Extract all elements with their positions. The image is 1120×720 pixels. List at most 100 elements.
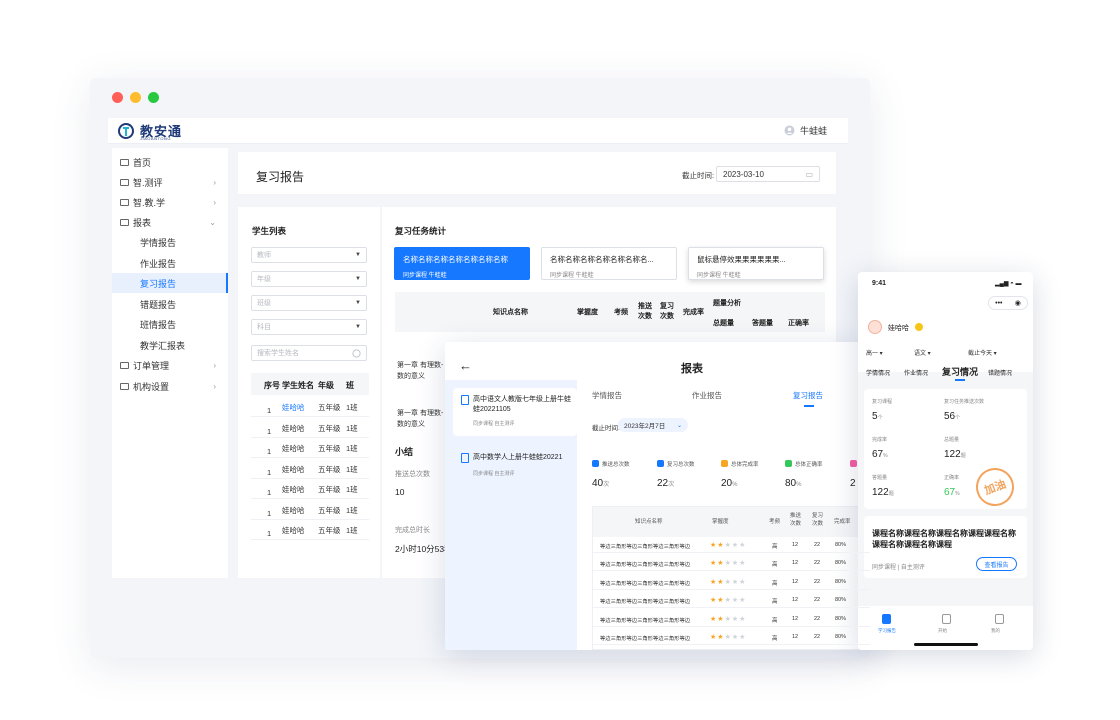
table-cell[interactable]: 娃哈哈 [282,402,305,413]
folder-icon [120,382,129,390]
table-cell: 五年级 [318,423,341,433]
star-icon: ★ [717,597,725,605]
course-item[interactable]: 高中语文人教版七年级上册牛蛙蛙20221105 同步课程 自主测评 [453,388,577,436]
capsule-menu[interactable]: ••• ◉ [988,296,1028,310]
start-icon[interactable] [942,614,951,624]
book-icon [461,453,469,463]
phone-stat-unit: % [955,491,960,497]
phone-tab[interactable]: 作业情况 [904,368,928,377]
book-icon [461,395,469,405]
deadline-date-picker[interactable]: 2023-03-10 ▭ [716,166,820,182]
phone-filter[interactable]: 语文 ▾ [914,348,931,357]
filter-select[interactable]: 科目 ▼ [251,319,367,335]
task-stats-title: 复习任务统计 [395,226,447,236]
home-indicator [914,643,978,646]
sidebar-item[interactable]: 复习报告 [112,273,228,293]
chevron-down-icon: ⌄ [676,422,682,429]
time-total-label: 完成总时长 [395,527,430,534]
sidebar-item[interactable]: 教学汇报表 [112,335,228,355]
phone-nav-label[interactable]: 我的 [991,628,1000,634]
filter-select[interactable]: 教师 ▼ [251,247,367,263]
user-menu[interactable]: 牛蛙蛙 [784,124,827,137]
phone-tab[interactable]: 错题情况 [988,368,1012,377]
phone-stat-value-row: 5个 [872,411,883,422]
chevron-icon: › [213,381,216,391]
tab-1[interactable]: 作业报告 [692,390,722,401]
table-cell: 1 [267,447,272,456]
phone-tab[interactable]: 复习情况 [942,365,978,378]
target-icon[interactable]: ◉ [1015,299,1021,307]
phone-tab[interactable]: 学情情况 [866,368,890,377]
phone-nav-label[interactable]: 开始 [938,628,947,634]
stat-icon [721,460,728,468]
table-cell[interactable]: 娃哈哈 [282,505,305,516]
stat-value-row: 2 [850,478,860,489]
overlay-col-header: 掌握度 [712,519,729,525]
maximize-dot[interactable] [148,92,159,103]
overlay-cell: 22 [814,597,821,604]
logo-icon [118,122,134,139]
sidebar-item[interactable]: 智.测评 › [112,172,228,192]
sidebar-item-label: 首页 [133,157,152,168]
student-search-input[interactable]: 搜索学生姓名 [251,345,367,361]
overlay-row-divider [593,552,870,553]
table-row-divider [251,518,369,520]
minimize-dot[interactable] [130,92,141,103]
sidebar-item[interactable]: 首页 [112,152,228,172]
star-icon: ★ [724,560,732,568]
view-report-button[interactable]: 查看报告 [976,557,1017,571]
sidebar-item[interactable]: 错题报告 [112,294,228,314]
sidebar-item[interactable]: 学情报告 [112,232,228,252]
phone-stat-value: 122 [872,487,889,498]
task-card[interactable]: 名称名称名称名称名称名称名... 同步课程 牛蛙蛙 [541,247,677,280]
table-cell[interactable]: 娃哈哈 [282,423,305,434]
app-logo[interactable]: 教安通 JIAOANTONG [118,121,182,141]
sidebar-item[interactable]: 订单管理 › [112,355,228,375]
task-card-meta: 同步课程 牛蛙蛙 [697,273,741,279]
overlay-cell-name: 等边三角形等边三角形等边三角形等边 [600,562,691,569]
phone-stat-value-row: 67% [944,487,960,498]
overlay-row-divider [593,644,870,645]
sidebar-item[interactable]: 作业报告 [112,253,228,273]
phone-time: 9:41 [872,280,887,287]
sidebar-item[interactable]: 机构设置 › [112,376,228,396]
close-dot[interactable] [112,92,123,103]
table-header-cell: 学生姓名 [282,381,314,390]
time-total-value: 2小时10分53秒 [395,544,453,554]
overlay-cell: 高 [772,562,778,569]
phone-filter[interactable]: 高一 ▾ [866,348,883,357]
task-table-header-cell: 总题量 [713,320,734,327]
phone-stat-unit: 个 [877,415,883,421]
vip-badge-icon [915,323,923,331]
course-title: 高中语文人教版七年级上册牛蛙蛙20221105 [473,396,571,413]
phone-filter[interactable]: 截止今天 ▾ [968,348,997,357]
filter-select[interactable]: 班级 ▼ [251,295,367,311]
course-item[interactable]: 高中数学人上册牛蛙蛙20221 同步课程 自主测评 [453,446,577,494]
report-header: 复习报告 截止时间: 2023-03-10 ▭ [238,152,836,194]
sidebar-item[interactable]: 班情报告 [112,314,228,334]
tab-2[interactable]: 复习报告 [793,390,823,401]
overlay-date-select[interactable]: 2023年2月7日 ⌄ [618,418,688,432]
table-cell[interactable]: 娃哈哈 [282,443,305,454]
task-card[interactable]: 鼠标悬停效果果果果果果... 同步课程 牛蛙蛙 [688,247,824,280]
table-cell[interactable]: 娃哈哈 [282,525,305,536]
tab-0[interactable]: 学情报告 [592,390,622,401]
mastery-stars: ★★★★★ [710,578,746,586]
phone-stat-label: 答题量 [872,475,888,481]
sidebar-item[interactable]: 报表 ⌄ [112,212,228,232]
table-cell[interactable]: 娃哈哈 [282,484,305,495]
task-card[interactable]: 名称名称名称名称名称名称名称 同步课程 牛蛙蛙 [394,247,530,280]
filter-select[interactable]: 年级 ▼ [251,271,367,287]
back-arrow-icon[interactable]: ← [459,358,472,373]
overlay-title: 报表 [681,363,703,375]
task-card-title: 鼠标悬停效果果果果果果... [697,255,786,264]
sidebar-item[interactable]: 智.教.学 › [112,192,228,212]
table-cell[interactable]: 娃哈哈 [282,464,305,475]
phone-nav-label[interactable]: 学习报告 [878,628,896,634]
phone-avatar[interactable] [868,320,882,334]
profile-icon[interactable] [995,614,1004,624]
chevron-icon: ⌄ [209,217,216,227]
overlay-cell: 80% [835,634,847,640]
more-icon[interactable]: ••• [995,300,1002,307]
report-icon[interactable] [882,614,891,624]
